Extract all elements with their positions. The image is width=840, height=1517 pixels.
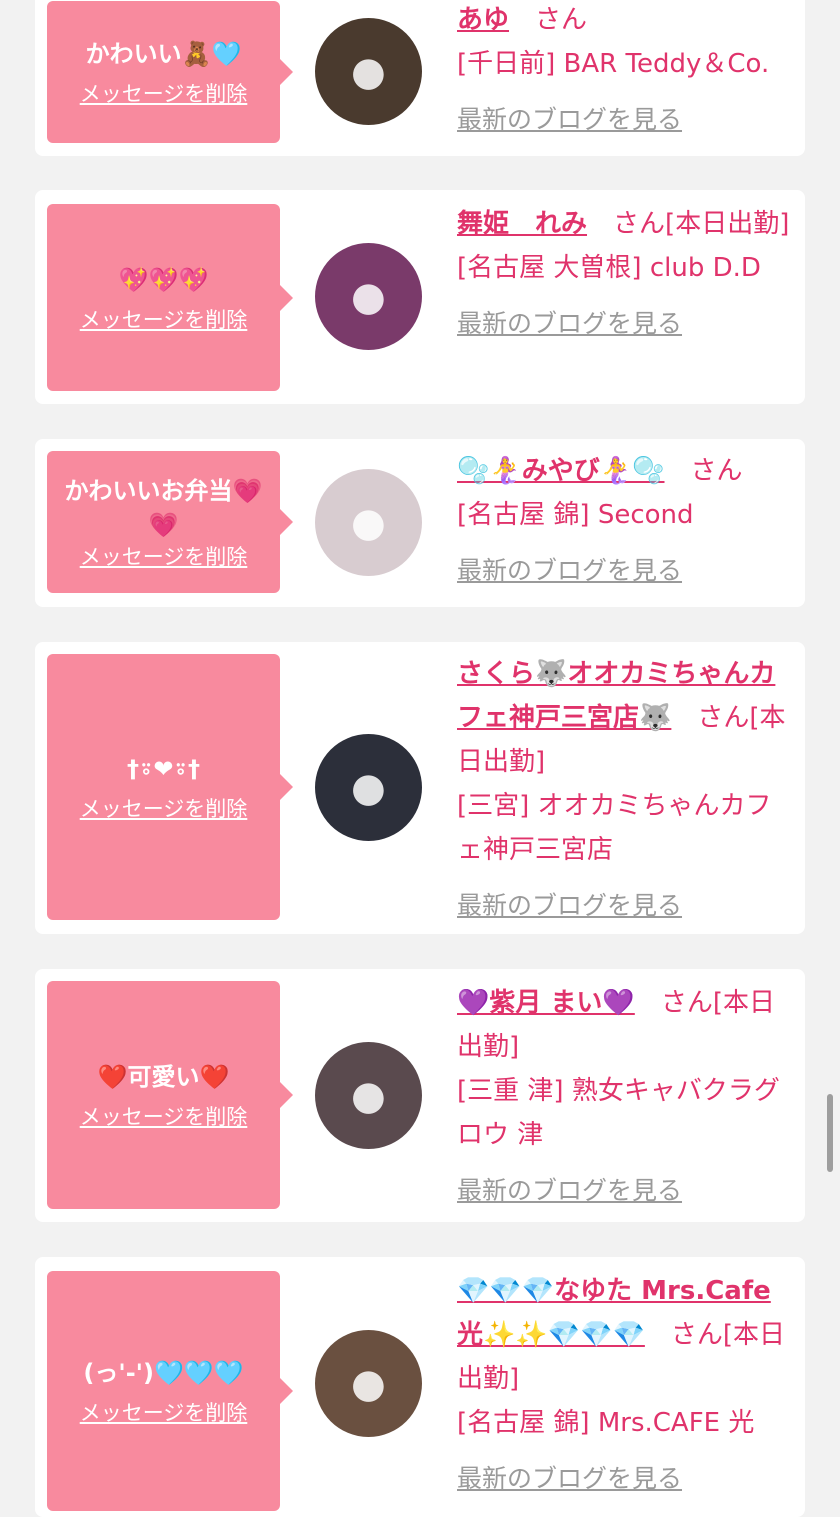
shop-info: [名古屋 錦] Mrs.CAFE 光 <box>457 1408 755 1438</box>
favorite-card: ❤️可愛い❤️ メッセージを削除 ● 💜紫月 まい💜 さん[本日出勤] [三重 … <box>35 969 805 1222</box>
person-icon: ● <box>351 499 386 546</box>
shop-info: [三宮] オオカミちゃんカフェ神戸三宮店 <box>457 791 772 865</box>
avatar[interactable]: ● <box>315 18 422 125</box>
latest-blog-link[interactable]: 最新のブログを見る <box>457 1457 795 1501</box>
delete-message-link[interactable]: メッセージを削除 <box>80 796 248 822</box>
avatar[interactable]: ● <box>315 734 422 841</box>
favorite-card: かわいいお弁当💗💗 メッセージを削除 ● 🫧🧜‍♀️みやび🧜‍♀️🫧 さん [名… <box>35 439 805 607</box>
profile-info: 💎💎💎なゆた Mrs.Cafe光✨✨💎💎💎 さん[本日出勤] [名古屋 錦] M… <box>457 1269 795 1501</box>
person-icon: ● <box>351 1072 386 1119</box>
avatar[interactable]: ● <box>315 1330 422 1437</box>
cast-name-link[interactable]: 💜紫月 まい💜 <box>457 988 635 1018</box>
person-icon: ● <box>351 1360 386 1407</box>
honorific: さん <box>670 1320 723 1350</box>
message-text: †⍤❤︎⍤† <box>127 755 200 783</box>
latest-blog-link[interactable]: 最新のブログを見る <box>457 98 795 142</box>
message-bubble: (っ'-')🩵🩵🩵 メッセージを削除 <box>47 1271 293 1511</box>
avatar[interactable]: ● <box>315 243 422 350</box>
honorific: さん <box>697 703 750 733</box>
profile-info: 💜紫月 まい💜 さん[本日出勤] [三重 津] 熟女キャバクラグロウ 津 最新の… <box>457 981 795 1213</box>
message-bubble: †⍤❤︎⍤† メッセージを削除 <box>47 654 293 920</box>
scrollbar[interactable] <box>827 1094 833 1172</box>
cast-name-link[interactable]: あゆ <box>457 5 509 35</box>
favorite-card: †⍤❤︎⍤† メッセージを削除 ● さくら🐺オオカミちゃんカフェ神戸三宮店🐺 さ… <box>35 642 805 934</box>
status-badge: [本日出勤] <box>665 209 790 239</box>
profile-info: 🫧🧜‍♀️みやび🧜‍♀️🫧 さん [名古屋 錦] Second 最新のブログを見… <box>457 449 795 593</box>
latest-blog-link[interactable]: 最新のブログを見る <box>457 1169 795 1213</box>
latest-blog-link[interactable]: 最新のブログを見る <box>457 549 795 593</box>
honorific: さん <box>690 456 743 486</box>
delete-message-link[interactable]: メッセージを削除 <box>80 1400 248 1426</box>
message-text: かわいいお弁当💗💗 <box>64 477 263 539</box>
delete-message-link[interactable]: メッセージを削除 <box>80 81 248 107</box>
shop-info: [三重 津] 熟女キャバクラグロウ 津 <box>457 1076 780 1150</box>
shop-info: [千日前] BAR Teddy＆Co. <box>457 49 770 79</box>
message-bubble: かわいい🧸🩵 メッセージを削除 <box>47 1 293 143</box>
shop-info: [名古屋 錦] Second <box>457 500 694 530</box>
delete-message-link[interactable]: メッセージを削除 <box>80 307 248 333</box>
message-text: (っ'-')🩵🩵🩵 <box>83 1359 244 1387</box>
cast-name-link[interactable]: 🫧🧜‍♀️みやび🧜‍♀️🫧 <box>457 456 665 486</box>
message-bubble: ❤️可愛い❤️ メッセージを削除 <box>47 981 293 1209</box>
cast-name-link[interactable]: 舞姫 れみ <box>457 209 587 239</box>
message-bubble: 💖💖💖 メッセージを削除 <box>47 204 293 391</box>
latest-blog-link[interactable]: 最新のブログを見る <box>457 884 795 928</box>
profile-info: あゆ さん [千日前] BAR Teddy＆Co. 最新のブログを見る <box>457 0 795 142</box>
favorite-card: かわいい🧸🩵 メッセージを削除 ● あゆ さん [千日前] BAR Teddy＆… <box>35 0 805 156</box>
person-icon: ● <box>351 273 386 320</box>
profile-info: さくら🐺オオカミちゃんカフェ神戸三宮店🐺 さん[本日出勤] [三宮] オオカミち… <box>457 652 795 928</box>
message-bubble: かわいいお弁当💗💗 メッセージを削除 <box>47 451 293 593</box>
honorific: さん <box>535 5 588 35</box>
honorific: さん <box>660 988 713 1018</box>
message-text: 💖💖💖 <box>118 265 209 294</box>
avatar[interactable]: ● <box>315 469 422 576</box>
message-text: かわいい🧸🩵 <box>85 40 242 68</box>
favorite-card: 💖💖💖 メッセージを削除 ● 舞姫 れみ さん[本日出勤] [名古屋 大曽根] … <box>35 190 805 404</box>
delete-message-link[interactable]: メッセージを削除 <box>80 1104 248 1130</box>
profile-info: 舞姫 れみ さん[本日出勤] [名古屋 大曽根] club D.D 最新のブログ… <box>457 202 795 346</box>
shop-info: [名古屋 大曽根] club D.D <box>457 253 761 283</box>
delete-message-link[interactable]: メッセージを削除 <box>80 544 248 570</box>
honorific: さん <box>613 209 666 239</box>
favorite-card: (っ'-')🩵🩵🩵 メッセージを削除 ● 💎💎💎なゆた Mrs.Cafe光✨✨💎… <box>35 1257 805 1517</box>
person-icon: ● <box>351 764 386 811</box>
message-text: ❤️可愛い❤️ <box>97 1063 230 1091</box>
avatar[interactable]: ● <box>315 1042 422 1149</box>
person-icon: ● <box>351 48 386 95</box>
latest-blog-link[interactable]: 最新のブログを見る <box>457 302 795 346</box>
